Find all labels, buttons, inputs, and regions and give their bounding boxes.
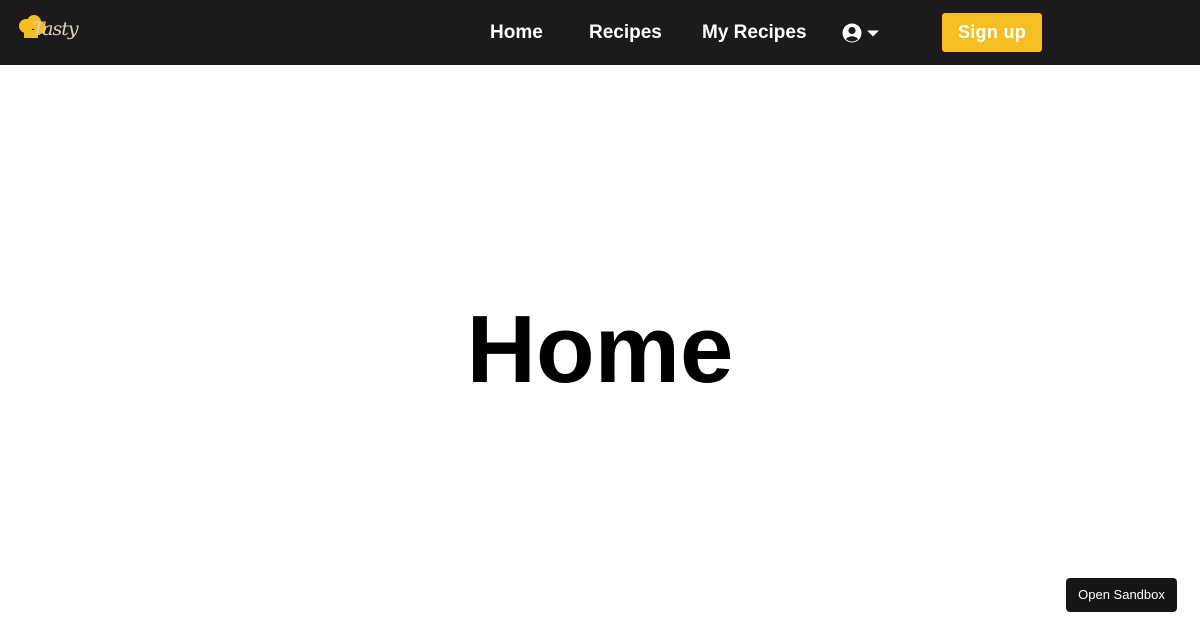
open-sandbox-button[interactable]: Open Sandbox	[1066, 578, 1177, 612]
tasty-logo[interactable]: Tasty	[18, 14, 79, 50]
nav-link-recipes[interactable]: Recipes	[589, 21, 662, 45]
sign-up-button[interactable]: Sign up	[942, 13, 1042, 52]
navbar: Tasty Home Recipes My Recipes Sign up	[0, 0, 1200, 65]
user-menu-dropdown[interactable]	[842, 23, 882, 43]
nav-link-home[interactable]: Home	[490, 21, 543, 45]
nav-link-my-recipes[interactable]: My Recipes	[702, 21, 807, 45]
logo-text: Tasty	[32, 18, 79, 40]
page-title: Home	[466, 296, 734, 403]
user-circle-icon	[842, 23, 862, 43]
caret-down-icon	[867, 30, 879, 37]
